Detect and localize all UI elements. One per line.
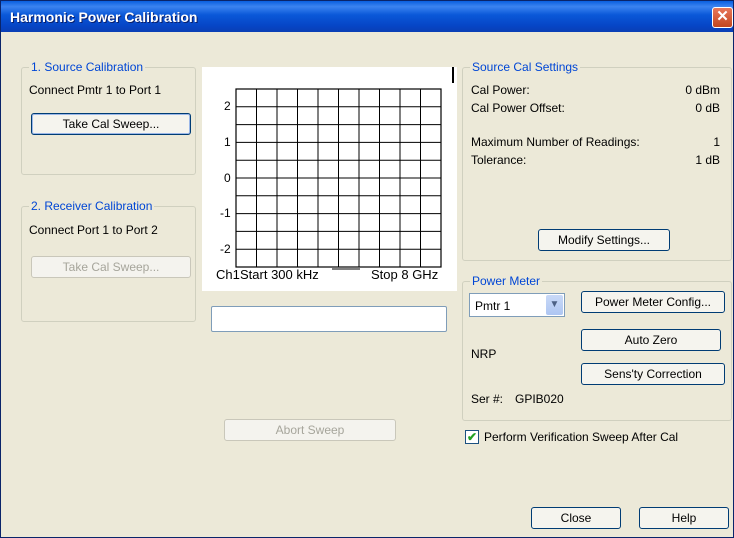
abort-sweep-button[interactable]: Abort Sweep	[224, 419, 396, 441]
source-cal-settings-legend: Source Cal Settings	[470, 60, 581, 74]
y-tick-label: 0	[224, 171, 231, 185]
start-frequency-label: Start 300 kHz	[240, 267, 319, 282]
chevron-down-icon[interactable]: ▼	[546, 295, 563, 315]
power-meter-config-button[interactable]: Power Meter Config...	[581, 291, 725, 313]
help-button[interactable]: Help	[639, 507, 729, 529]
source-take-cal-sweep-button[interactable]: Take Cal Sweep...	[31, 113, 191, 135]
power-meter-model: NRP	[471, 347, 497, 361]
cal-power-offset-value: 0 dB	[695, 101, 720, 115]
tolerance-value: 1 dB	[695, 153, 720, 167]
receiver-calibration-instruction: Connect Port 1 to Port 2	[29, 223, 158, 237]
max-readings-value: 1	[713, 135, 720, 149]
y-tick-label: -2	[220, 242, 231, 256]
serial-label: Ser #:	[471, 392, 504, 406]
source-calibration-instruction: Connect Pmtr 1 to Port 1	[29, 83, 162, 97]
max-readings-label: Maximum Number of Readings:	[471, 135, 640, 149]
dialog-title: Harmonic Power Calibration	[10, 9, 198, 25]
close-button[interactable]: Close	[531, 507, 621, 529]
y-tick-label: 1	[224, 135, 231, 149]
tolerance-label: Tolerance:	[471, 153, 527, 167]
title-bar[interactable]: Harmonic Power Calibration ✕	[1, 1, 733, 32]
y-tick-label: 2	[224, 99, 231, 113]
harmonic-power-calibration-dialog: Harmonic Power Calibration ✕ 1. Source C…	[0, 0, 734, 538]
y-tick-label: -1	[220, 206, 231, 220]
modify-settings-button[interactable]: Modify Settings...	[538, 229, 670, 251]
status-textbox[interactable]	[211, 306, 447, 332]
cal-power-value: 0 dBm	[685, 83, 720, 97]
verification-checkbox[interactable]: ✔	[465, 430, 479, 444]
checkmark-icon: ✔	[466, 430, 478, 444]
verification-checkbox-label[interactable]: Perform Verification Sweep After Cal	[484, 430, 678, 444]
calibration-plot: 2 1 0 -1 -2 Ch1 Start 300 kHz Stop 8 GHz	[202, 67, 457, 291]
power-meter-legend: Power Meter	[470, 274, 543, 288]
close-icon[interactable]: ✕	[712, 7, 733, 28]
power-meter-selected-value: Pmtr 1	[475, 299, 511, 313]
receiver-take-cal-sweep-button[interactable]: Take Cal Sweep...	[31, 256, 191, 278]
stop-frequency-label: Stop 8 GHz	[371, 267, 439, 282]
channel-label: Ch1	[216, 267, 240, 282]
power-meter-select[interactable]: Pmtr 1 ▼	[469, 293, 565, 317]
serial-value: GPIB020	[515, 392, 564, 406]
cal-power-offset-label: Cal Power Offset:	[471, 101, 565, 115]
plot-grid	[235, 67, 454, 270]
receiver-calibration-legend: 2. Receiver Calibration	[29, 199, 155, 213]
sensitivity-correction-button[interactable]: Sens'ty Correction	[581, 363, 725, 385]
auto-zero-button[interactable]: Auto Zero	[581, 329, 721, 351]
cal-power-label: Cal Power:	[471, 83, 530, 97]
source-calibration-legend: 1. Source Calibration	[29, 60, 146, 74]
